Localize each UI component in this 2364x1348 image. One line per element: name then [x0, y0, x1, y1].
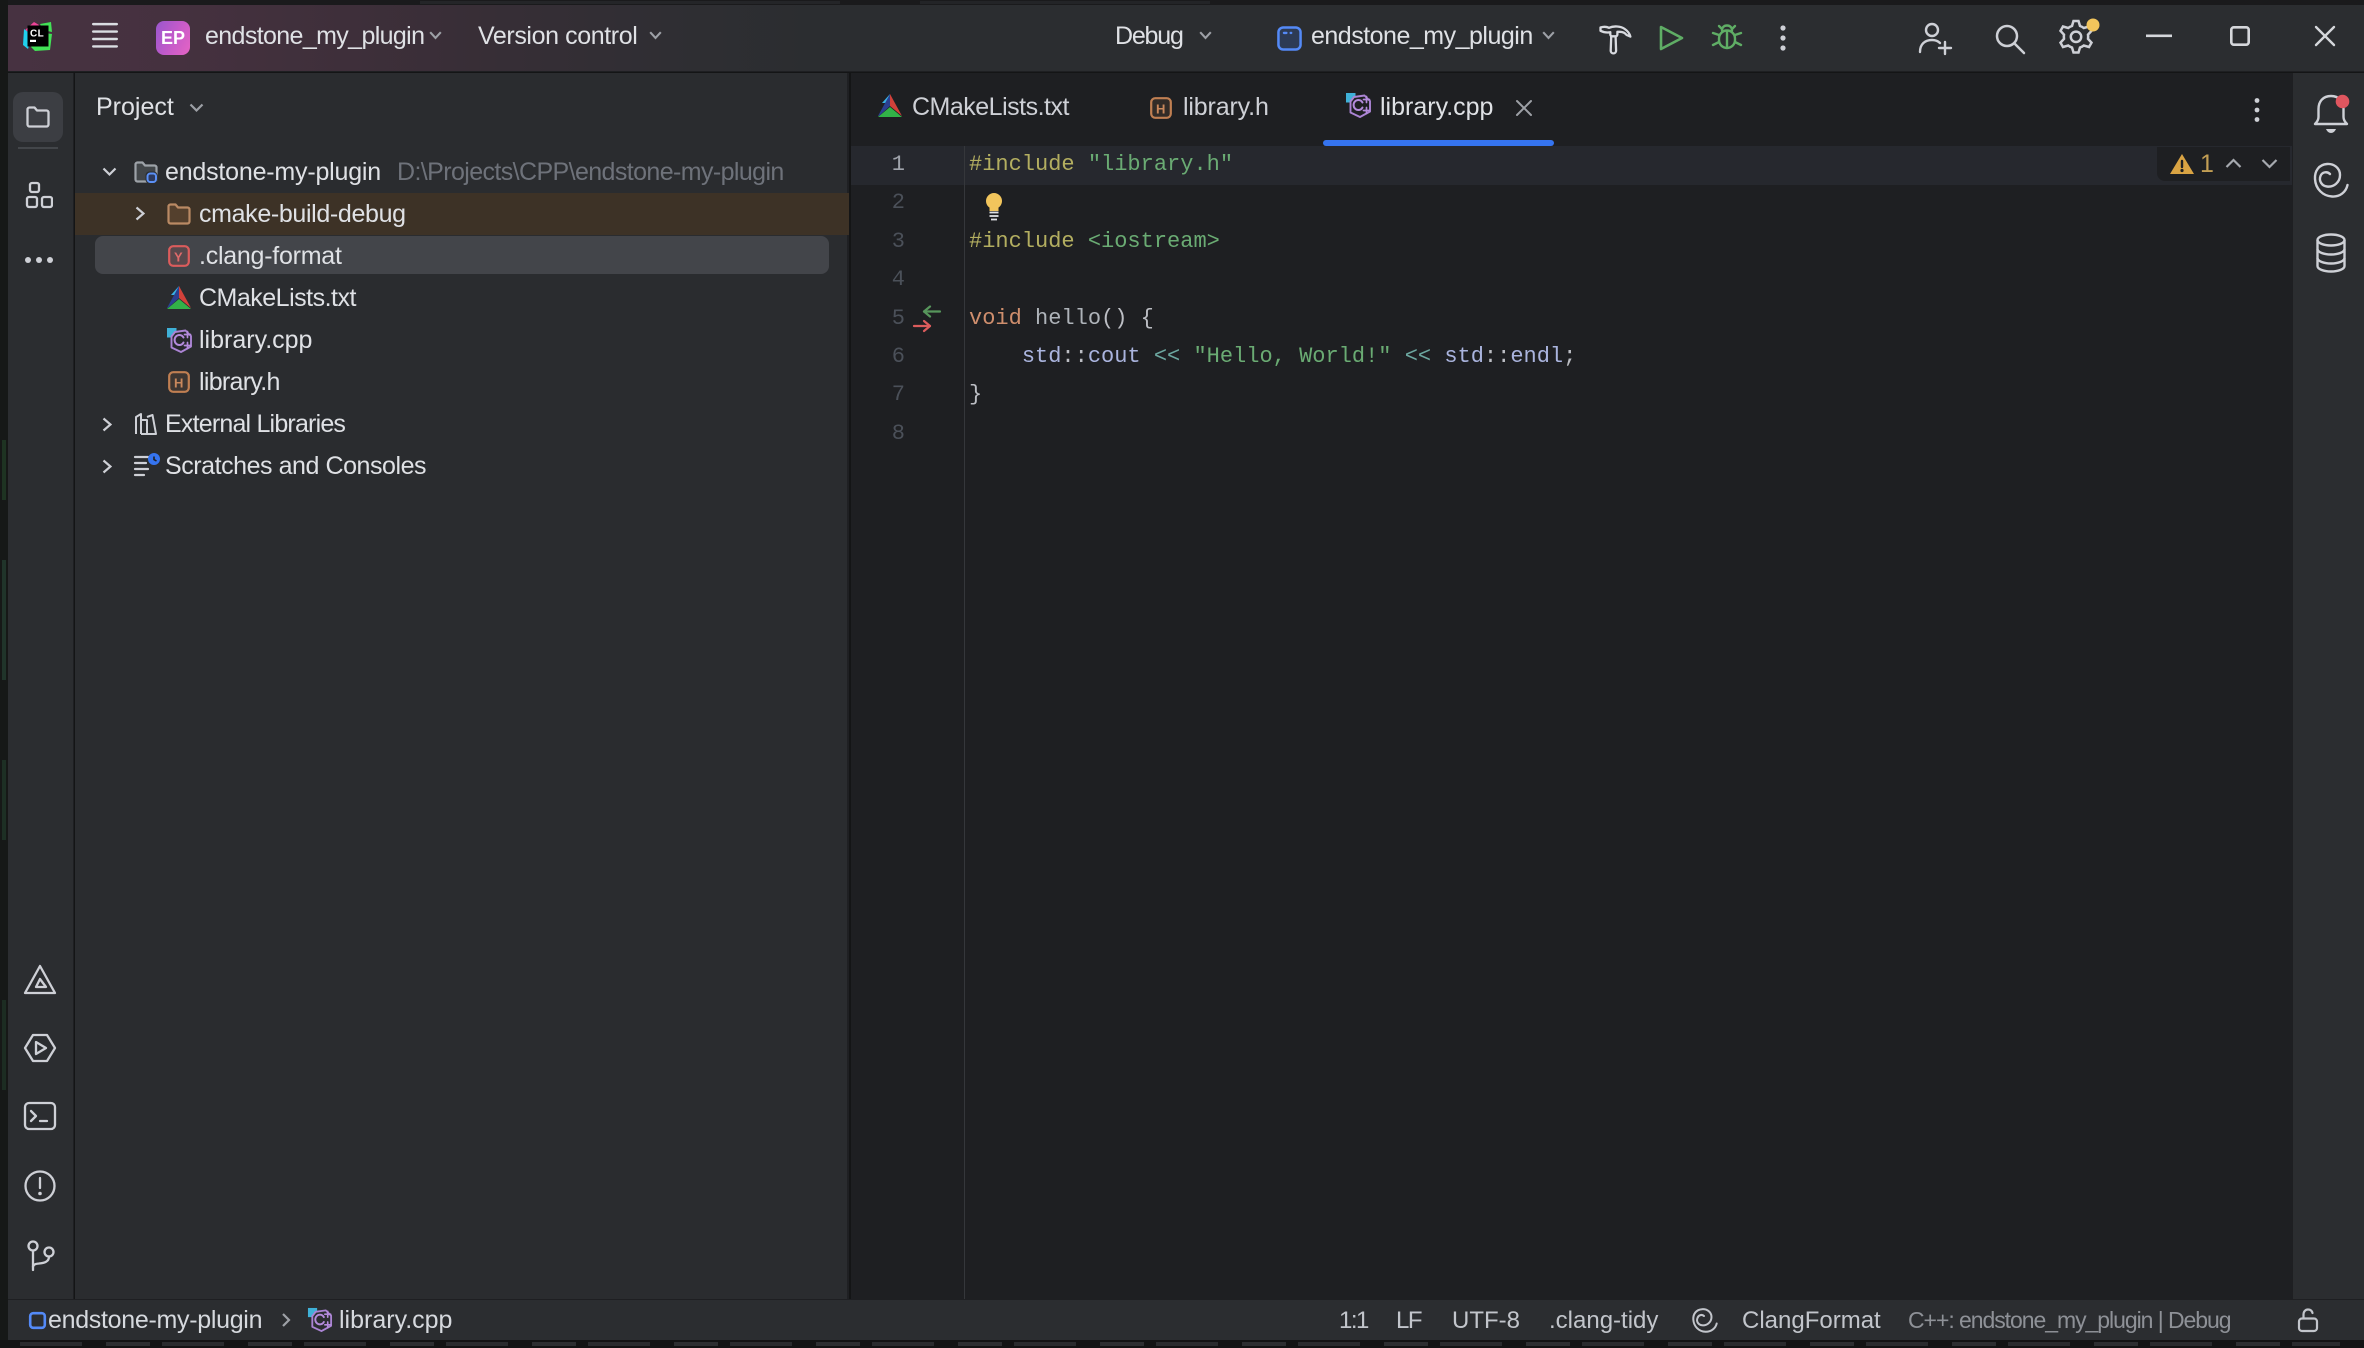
svg-text:CL: CL: [30, 29, 44, 40]
svg-text:H: H: [1156, 102, 1165, 117]
svg-text:Y: Y: [174, 250, 183, 265]
svg-text:H: H: [174, 376, 183, 391]
